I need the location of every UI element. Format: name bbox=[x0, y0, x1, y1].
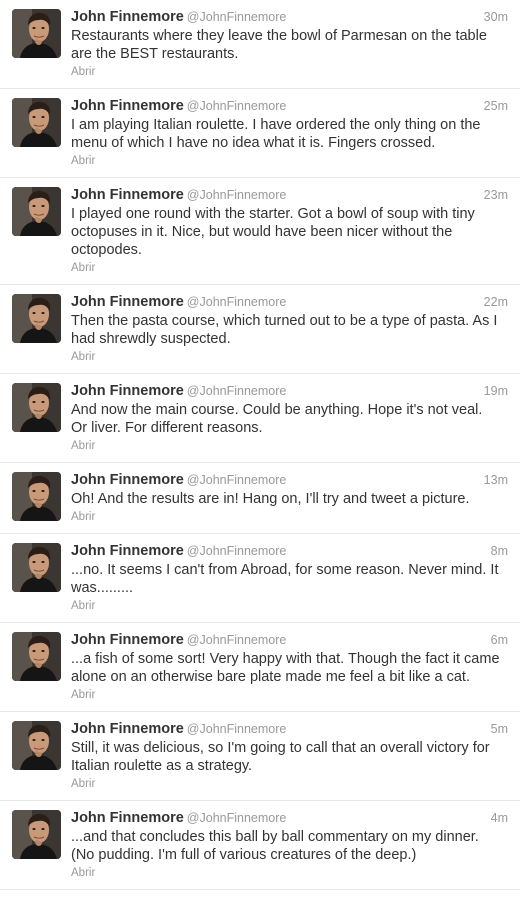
tweet-header: John Finnemore @JohnFinnemore 13m bbox=[71, 470, 508, 490]
author-name[interactable]: John Finnemore bbox=[71, 9, 184, 25]
author-name[interactable]: John Finnemore bbox=[71, 472, 184, 488]
tweet-text: And now the main course. Could be anythi… bbox=[71, 402, 483, 436]
tweet-timestamp[interactable]: 13m bbox=[484, 470, 508, 490]
avatar[interactable] bbox=[12, 721, 61, 770]
author-handle[interactable]: @JohnFinnemore bbox=[187, 473, 287, 487]
tweet-timestamp[interactable]: 19m bbox=[484, 381, 508, 401]
tweet[interactable]: John Finnemore @JohnFinnemore 8m ...no. I… bbox=[0, 534, 520, 623]
tweet-timestamp[interactable]: 5m bbox=[491, 719, 508, 739]
author-name[interactable]: John Finnemore bbox=[71, 98, 184, 114]
tweet-header: John Finnemore @JohnFinnemore 23m bbox=[71, 185, 508, 205]
avatar[interactable] bbox=[12, 187, 61, 236]
expand-link[interactable]: Abrir bbox=[71, 865, 508, 881]
author-handle[interactable]: @JohnFinnemore bbox=[187, 384, 287, 398]
author-handle[interactable]: @JohnFinnemore bbox=[187, 188, 287, 202]
author-handle[interactable]: @JohnFinnemore bbox=[187, 10, 287, 24]
tweet-header: John Finnemore @JohnFinnemore 4m bbox=[71, 808, 508, 828]
expand-link[interactable]: Abrir bbox=[71, 509, 508, 525]
author-handle[interactable]: @JohnFinnemore bbox=[187, 295, 287, 309]
tweet-text: Restaurants where they leave the bowl of… bbox=[71, 28, 487, 62]
tweet-header: John Finnemore @JohnFinnemore 30m bbox=[71, 7, 508, 27]
avatar[interactable] bbox=[12, 294, 61, 343]
avatar[interactable] bbox=[12, 472, 61, 521]
avatar[interactable] bbox=[12, 543, 61, 592]
author-name[interactable]: John Finnemore bbox=[71, 721, 184, 737]
author-handle[interactable]: @JohnFinnemore bbox=[187, 544, 287, 558]
tweet-timestamp[interactable]: 6m bbox=[491, 630, 508, 650]
tweet-timestamp[interactable]: 30m bbox=[484, 7, 508, 27]
tweet-text: ...and that concludes this ball by ball … bbox=[71, 829, 479, 863]
tweet-header: John Finnemore @JohnFinnemore 5m bbox=[71, 719, 508, 739]
expand-link[interactable]: Abrir bbox=[71, 438, 508, 454]
tweet-timestamp[interactable]: 22m bbox=[484, 292, 508, 312]
expand-link[interactable]: Abrir bbox=[71, 349, 508, 365]
avatar[interactable] bbox=[12, 810, 61, 859]
author-name[interactable]: John Finnemore bbox=[71, 810, 184, 826]
tweet-timestamp[interactable]: 4m bbox=[491, 808, 508, 828]
expand-link[interactable]: Abrir bbox=[71, 776, 508, 792]
expand-link[interactable]: Abrir bbox=[71, 687, 508, 703]
author-name[interactable]: John Finnemore bbox=[71, 294, 184, 310]
tweet[interactable]: John Finnemore @JohnFinnemore 4m ...and t… bbox=[0, 801, 520, 890]
tweet[interactable]: John Finnemore @JohnFinnemore 25m I am pl… bbox=[0, 89, 520, 178]
avatar[interactable] bbox=[12, 9, 61, 58]
author-name[interactable]: John Finnemore bbox=[71, 187, 184, 203]
author-handle[interactable]: @JohnFinnemore bbox=[187, 722, 287, 736]
tweet-text: Still, it was delicious, so I'm going to… bbox=[71, 740, 490, 774]
tweet-text: ...no. It seems I can't from Abroad, for… bbox=[71, 562, 499, 596]
tweet-header: John Finnemore @JohnFinnemore 19m bbox=[71, 381, 508, 401]
tweet[interactable]: John Finnemore @JohnFinnemore 5m Still, i… bbox=[0, 712, 520, 801]
tweet-text: I played one round with the starter. Got… bbox=[71, 206, 475, 258]
tweet-text: Then the pasta course, which turned out … bbox=[71, 313, 498, 347]
author-handle[interactable]: @JohnFinnemore bbox=[187, 633, 287, 647]
expand-link[interactable]: Abrir bbox=[71, 598, 508, 614]
tweet[interactable]: John Finnemore @JohnFinnemore 6m ...a fis… bbox=[0, 623, 520, 712]
tweet-header: John Finnemore @JohnFinnemore 8m bbox=[71, 541, 508, 561]
tweet-text: ...a fish of some sort! Very happy with … bbox=[71, 651, 500, 685]
author-name[interactable]: John Finnemore bbox=[71, 632, 184, 648]
tweet[interactable]: John Finnemore @JohnFinnemore 30m Restaur… bbox=[0, 0, 520, 89]
tweet[interactable]: John Finnemore @JohnFinnemore 22m Then th… bbox=[0, 285, 520, 374]
tweet-timestamp[interactable]: 23m bbox=[484, 185, 508, 205]
tweet[interactable]: John Finnemore @JohnFinnemore 19m And now… bbox=[0, 374, 520, 463]
author-handle[interactable]: @JohnFinnemore bbox=[187, 811, 287, 825]
avatar[interactable] bbox=[12, 98, 61, 147]
avatar[interactable] bbox=[12, 383, 61, 432]
tweet[interactable]: John Finnemore @JohnFinnemore 23m I playe… bbox=[0, 178, 520, 285]
expand-link[interactable]: Abrir bbox=[71, 64, 508, 80]
tweet-timestamp[interactable]: 8m bbox=[491, 541, 508, 561]
expand-link[interactable]: Abrir bbox=[71, 260, 508, 276]
tweet-timestamp[interactable]: 25m bbox=[484, 96, 508, 116]
author-name[interactable]: John Finnemore bbox=[71, 383, 184, 399]
author-name[interactable]: John Finnemore bbox=[71, 543, 184, 559]
expand-link[interactable]: Abrir bbox=[71, 153, 508, 169]
tweet-header: John Finnemore @JohnFinnemore 22m bbox=[71, 292, 508, 312]
tweet[interactable]: John Finnemore @JohnFinnemore 13m Oh! And… bbox=[0, 463, 520, 534]
tweet-header: John Finnemore @JohnFinnemore 6m bbox=[71, 630, 508, 650]
author-handle[interactable]: @JohnFinnemore bbox=[187, 99, 287, 113]
avatar[interactable] bbox=[12, 632, 61, 681]
tweet-header: John Finnemore @JohnFinnemore 25m bbox=[71, 96, 508, 116]
tweet-text: I am playing Italian roulette. I have or… bbox=[71, 117, 481, 151]
tweet-text: Oh! And the results are in! Hang on, I'l… bbox=[71, 491, 470, 507]
tweet-timeline: John Finnemore @JohnFinnemore 30m Restaur… bbox=[0, 0, 520, 900]
